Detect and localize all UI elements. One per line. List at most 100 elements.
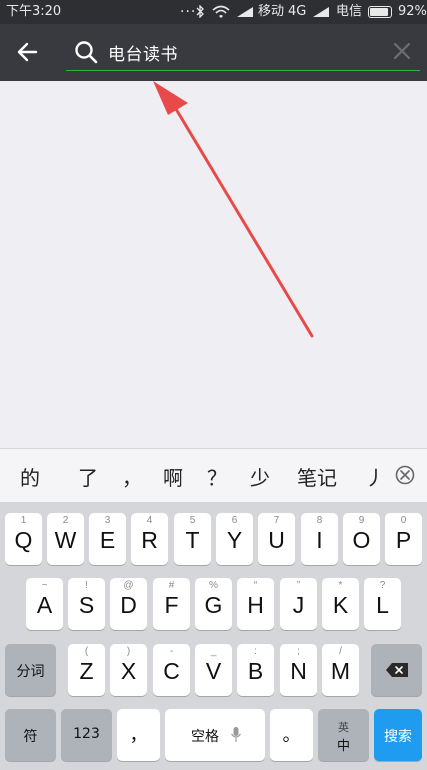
carrier-1: 移动 (258, 4, 285, 19)
key-label: Q (14, 527, 33, 553)
notification-dots: ... (180, 0, 197, 16)
key-label: J (292, 592, 305, 618)
key-a[interactable]: ~ A (26, 578, 63, 630)
key-f[interactable]: # F (153, 578, 190, 630)
key-label: Y (226, 527, 243, 553)
key-label: D (120, 592, 137, 618)
language-key[interactable]: 英 中 (318, 709, 369, 761)
key-k[interactable]: * K (322, 578, 359, 630)
key-label: U (268, 527, 285, 553)
candidate-item[interactable]: ， (122, 462, 142, 491)
key-label: N (290, 658, 307, 684)
key-y[interactable]: 6Y (216, 513, 253, 565)
key-label: 符 (23, 729, 38, 745)
key-hint: ~ (41, 580, 48, 591)
key-o[interactable]: 9O (343, 513, 380, 565)
key-label: 英 (338, 721, 349, 734)
period-key[interactable]: 。 (270, 709, 313, 761)
backspace-icon (386, 663, 408, 677)
segment-key[interactable]: 分词 (5, 644, 56, 696)
search-key[interactable]: 搜索 (374, 709, 422, 761)
search-results-area (0, 81, 427, 448)
key-hint: 1 (20, 515, 27, 526)
status-bar: 下午3:20 ... 移动 4G 电信 92% (0, 0, 427, 24)
search-header: 电台读书 (0, 24, 427, 81)
key-label: A (36, 592, 53, 618)
key-hint: ? (379, 580, 386, 591)
key-t[interactable]: 5T (174, 513, 211, 565)
key-hint: 5 (189, 515, 196, 526)
key-label: X (120, 658, 137, 684)
wifi-icon (212, 5, 230, 18)
status-time: 下午3:20 (6, 4, 62, 19)
key-label: I (316, 527, 323, 553)
key-v[interactable]: _ V (195, 644, 232, 696)
clear-icon[interactable] (392, 41, 412, 61)
back-arrow-icon[interactable] (16, 41, 38, 63)
key-hint: * (338, 580, 343, 591)
key-c[interactable]: -C (153, 644, 190, 696)
key-hint: 9 (358, 515, 365, 526)
key-label: Z (79, 658, 94, 684)
key-label: O (352, 527, 371, 553)
key-hint: ) (126, 646, 131, 657)
candidate-item[interactable]: 丿 (365, 462, 385, 491)
key-hint: 4 (146, 515, 153, 526)
key-label: 中 (336, 739, 350, 754)
key-label: B (247, 658, 264, 684)
candidate-item[interactable]: 少 (250, 462, 270, 491)
candidate-item[interactable]: ？ (207, 462, 227, 491)
key-hint: ! (85, 580, 88, 591)
key-label: P (395, 527, 412, 553)
key-e[interactable]: 3E (89, 513, 126, 565)
key-hint: _ (210, 646, 217, 657)
key-hint: / (339, 646, 342, 657)
candidate-item[interactable]: 了 (78, 462, 98, 491)
key-hint: ( (84, 646, 89, 657)
key-n[interactable]: ; N (280, 644, 317, 696)
key-s[interactable]: ! S (68, 578, 105, 630)
key-i[interactable]: 8I (301, 513, 338, 565)
key-d[interactable]: @ D (110, 578, 147, 630)
key-j[interactable]: ” J (280, 578, 317, 630)
key-q[interactable]: 1Q (5, 513, 42, 565)
key-hint: % (209, 580, 218, 591)
key-hint: “ (253, 580, 258, 591)
key-l[interactable]: ? L (364, 578, 401, 630)
key-hint: ” (296, 580, 301, 591)
candidate-item[interactable]: 的 (20, 462, 40, 491)
key-u[interactable]: 7U (258, 513, 295, 565)
key-r[interactable]: 4R (131, 513, 168, 565)
backspace-key[interactable] (371, 644, 422, 696)
battery-fill (370, 8, 388, 16)
search-query-text: 电台读书 (108, 45, 178, 65)
key-hint: 0 (400, 515, 407, 526)
symbol-key[interactable]: 符 (5, 709, 56, 761)
key-label: 。 (282, 725, 301, 746)
key-label: E (99, 527, 116, 553)
candidate-bar: 的 了 ， 啊 ？ 少 笔记 丿 (0, 448, 427, 502)
network-type: 4G (288, 4, 307, 19)
key-label: H (247, 592, 264, 618)
number-key[interactable]: 123 (61, 709, 112, 761)
comma-key[interactable]: ， (117, 709, 160, 761)
key-z[interactable]: (Z (68, 644, 105, 696)
key-label: V (205, 658, 222, 684)
key-hint: : (254, 646, 257, 657)
key-w[interactable]: 2W (47, 513, 84, 565)
key-h[interactable]: “H (237, 578, 274, 630)
key-x[interactable]: ) X (110, 644, 147, 696)
key-m[interactable]: / M (322, 644, 359, 696)
candidate-item[interactable]: 啊 (163, 462, 183, 491)
candidate-close-icon[interactable] (395, 465, 415, 485)
key-hint: ; (297, 646, 300, 657)
key-g[interactable]: % G (195, 578, 232, 630)
key-hint: 8 (316, 515, 323, 526)
space-key[interactable]: 空格 (165, 709, 265, 761)
key-b[interactable]: :B (237, 644, 274, 696)
key-label: T (185, 527, 200, 553)
key-p[interactable]: 0P (385, 513, 422, 565)
search-input[interactable]: 电台读书 (66, 34, 420, 71)
key-label: G (204, 592, 223, 618)
candidate-item[interactable]: 笔记 (297, 462, 337, 491)
